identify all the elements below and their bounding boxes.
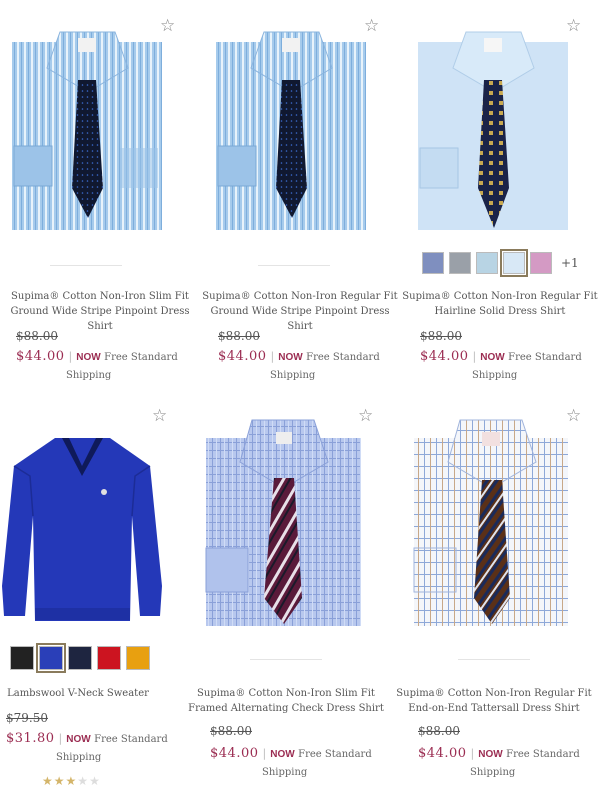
sale-price: $44.00 bbox=[418, 746, 467, 761]
price-block: $44.00 | NOW Free Standard Shipping bbox=[418, 746, 580, 778]
divider bbox=[258, 265, 330, 266]
rating-star-icon: ★ bbox=[42, 774, 53, 788]
color-swatch[interactable] bbox=[97, 646, 121, 670]
now-label: NOW bbox=[270, 749, 295, 760]
product-image[interactable] bbox=[10, 28, 165, 237]
star-icon[interactable]: ☆ bbox=[152, 408, 167, 425]
now-label: NOW bbox=[66, 734, 91, 745]
rating-star-icon: ★ bbox=[65, 774, 77, 788]
product-name[interactable]: Supima® Cotton Non-Iron Slim Fit Ground … bbox=[0, 289, 200, 334]
shipping-text: Free Standard bbox=[104, 352, 178, 363]
product-image[interactable] bbox=[0, 436, 165, 630]
original-price: $88.00 bbox=[418, 724, 460, 738]
rating-star-empty-icon: ★ bbox=[77, 774, 89, 788]
shipping-text-2: Shipping bbox=[56, 752, 102, 763]
now-label: NOW bbox=[478, 749, 503, 760]
original-price: $88.00 bbox=[16, 329, 58, 343]
shipping-text-2: Shipping bbox=[472, 370, 518, 381]
shipping-text-2: Shipping bbox=[262, 767, 308, 778]
product-image[interactable] bbox=[214, 28, 369, 237]
shipping-text-2: Shipping bbox=[470, 767, 516, 778]
price-block: $44.00 | NOW Free Standard Shipping bbox=[16, 349, 178, 381]
shipping-text: Free Standard bbox=[306, 352, 380, 363]
product-name[interactable]: Supima® Cotton Non-Iron Slim Fit Framed … bbox=[186, 686, 386, 716]
shipping-text: Free Standard bbox=[298, 749, 372, 760]
color-swatch-selected[interactable] bbox=[500, 249, 528, 277]
color-swatch[interactable] bbox=[10, 646, 34, 670]
shipping-text-2: Shipping bbox=[66, 370, 112, 381]
sale-price: $44.00 bbox=[420, 349, 469, 364]
original-price: $88.00 bbox=[420, 329, 462, 343]
sale-price: $44.00 bbox=[218, 349, 267, 364]
color-swatch[interactable] bbox=[530, 252, 552, 274]
product-image[interactable] bbox=[412, 418, 570, 632]
product-image[interactable] bbox=[416, 28, 571, 237]
divider bbox=[50, 265, 122, 266]
color-swatch[interactable] bbox=[126, 646, 150, 670]
shipping-text: Free Standard bbox=[506, 749, 580, 760]
color-swatches bbox=[10, 643, 150, 673]
color-swatch-selected[interactable] bbox=[36, 643, 66, 673]
product-name[interactable]: Supima® Cotton Non-Iron Regular Fit End-… bbox=[394, 686, 594, 716]
original-price: $88.00 bbox=[218, 329, 260, 343]
price-block: $31.80 | NOW Free Standard Shipping bbox=[6, 731, 168, 763]
sale-price: $31.80 bbox=[6, 731, 55, 746]
rating-star-icon: ★ bbox=[53, 774, 65, 788]
color-swatch[interactable] bbox=[476, 252, 498, 274]
divider bbox=[458, 659, 530, 660]
color-swatch[interactable] bbox=[422, 252, 444, 274]
product-name[interactable]: Lambswool V-Neck Sweater bbox=[0, 686, 178, 701]
original-price: $88.00 bbox=[210, 724, 252, 738]
sale-price: $44.00 bbox=[16, 349, 65, 364]
shipping-text-2: Shipping bbox=[270, 370, 316, 381]
product-name[interactable]: Supima® Cotton Non-Iron Regular Fit Hair… bbox=[400, 289, 600, 319]
now-label: NOW bbox=[278, 352, 303, 363]
divider bbox=[250, 659, 322, 660]
rating-star-empty-icon: ★ bbox=[89, 774, 100, 788]
product-image[interactable] bbox=[204, 418, 364, 632]
shipping-text: Free Standard bbox=[94, 734, 168, 745]
product-name[interactable]: Supima® Cotton Non-Iron Regular Fit Grou… bbox=[200, 289, 400, 334]
color-swatch[interactable] bbox=[68, 646, 92, 670]
rating-stars: ★ ★ ★ ★ ★ bbox=[42, 774, 100, 788]
original-price: $79.50 bbox=[6, 711, 48, 725]
shipping-text: Free Standard bbox=[508, 352, 582, 363]
price-block: $44.00 | NOW Free Standard Shipping bbox=[210, 746, 372, 778]
price-block: $44.00 | NOW Free Standard Shipping bbox=[420, 349, 582, 381]
color-swatch[interactable] bbox=[449, 252, 471, 274]
color-swatches: +1 bbox=[422, 249, 579, 277]
now-label: NOW bbox=[480, 352, 505, 363]
more-colors-link[interactable]: +1 bbox=[561, 256, 579, 270]
sale-price: $44.00 bbox=[210, 746, 259, 761]
price-block: $44.00 | NOW Free Standard Shipping bbox=[218, 349, 380, 381]
now-label: NOW bbox=[76, 352, 101, 363]
